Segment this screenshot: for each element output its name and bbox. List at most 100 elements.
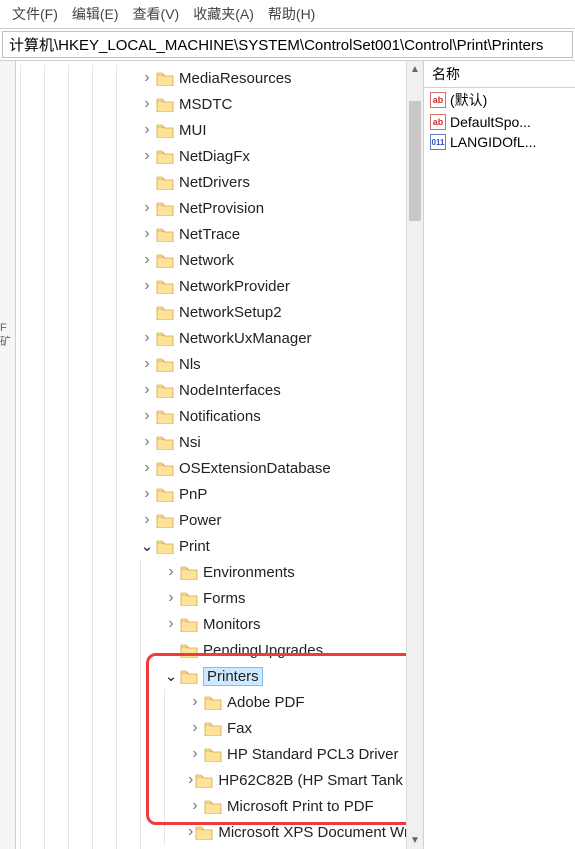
expand-chevron-icon[interactable]: › xyxy=(140,251,154,269)
tree-node[interactable]: › Notifications xyxy=(20,403,403,429)
tree-node[interactable]: ⌄Printers xyxy=(20,663,403,689)
tree-node[interactable]: › MediaResources xyxy=(20,65,403,91)
tree-node-label: Nsi xyxy=(179,434,201,451)
expand-chevron-icon[interactable]: › xyxy=(140,355,154,373)
tree-node[interactable]: ›Microsoft XPS Document Writer xyxy=(20,819,403,845)
tree-node[interactable]: › NetProvision xyxy=(20,195,403,221)
expand-chevron-icon[interactable]: › xyxy=(188,745,202,763)
tree-node[interactable]: PendingUpgrades xyxy=(20,637,403,663)
column-header-name[interactable]: 名称 xyxy=(424,61,575,88)
string-value-icon: ab xyxy=(430,114,446,130)
tree-node-label: Monitors xyxy=(203,616,261,633)
menu-favorites[interactable]: 收藏夹(A) xyxy=(187,2,260,26)
value-row[interactable]: ab(默认) xyxy=(424,88,575,112)
tree-node[interactable]: › Environments xyxy=(20,559,403,585)
expand-chevron-icon[interactable]: › xyxy=(188,823,193,841)
tree-node[interactable]: › NetworkUxManager xyxy=(20,325,403,351)
tree-node[interactable]: ›NodeInterfaces xyxy=(20,377,403,403)
tree-node[interactable]: ›Forms xyxy=(20,585,403,611)
tree-node-label: Environments xyxy=(203,564,295,581)
folder-icon xyxy=(156,201,174,216)
tree-node[interactable]: ›HP Standard PCL3 Driver xyxy=(20,741,403,767)
tree-node[interactable]: NetDrivers xyxy=(20,169,403,195)
tree-node[interactable]: ›PnP xyxy=(20,481,403,507)
expand-chevron-icon[interactable]: › xyxy=(140,199,154,217)
tree-node-label: Print xyxy=(179,538,210,555)
expand-chevron-icon[interactable]: › xyxy=(140,95,154,113)
tree-node-label: PendingUpgrades xyxy=(203,642,323,659)
expand-chevron-icon[interactable]: › xyxy=(188,797,202,815)
tree-node-label: Notifications xyxy=(179,408,261,425)
tree-node-label: NetProvision xyxy=(179,200,264,217)
left-gutter: F矿 xyxy=(0,61,16,849)
tree-node[interactable]: ›Nls xyxy=(20,351,403,377)
tree-node[interactable]: › Fax xyxy=(20,715,403,741)
folder-icon xyxy=(156,279,174,294)
tree-node[interactable]: ›OSExtensionDatabase xyxy=(20,455,403,481)
expand-chevron-icon[interactable]: › xyxy=(140,277,154,295)
value-row[interactable]: abDefaultSpo... xyxy=(424,112,575,132)
tree-pane: › MediaResources ›MSDTC›MUI›NetDiagFxNetDr… xyxy=(16,61,424,849)
expand-chevron-icon[interactable]: › xyxy=(164,563,178,581)
tree-node-label: MediaResources xyxy=(179,70,292,87)
tree-node[interactable]: ›MUI xyxy=(20,117,403,143)
tree-node[interactable]: ›MSDTC xyxy=(20,91,403,117)
scroll-thumb[interactable] xyxy=(409,101,421,221)
menu-view[interactable]: 查看(V) xyxy=(127,2,186,26)
scroll-up-icon[interactable]: ▲ xyxy=(407,61,423,78)
tree-node[interactable]: ›NetDiagFx xyxy=(20,143,403,169)
expand-chevron-icon[interactable]: › xyxy=(140,147,154,165)
menu-help[interactable]: 帮助(H) xyxy=(262,2,321,26)
tree-node[interactable]: ›Providers xyxy=(20,845,403,849)
expand-chevron-icon[interactable]: › xyxy=(188,719,202,737)
folder-icon xyxy=(195,773,213,788)
menu-edit[interactable]: 编辑(E) xyxy=(66,2,125,26)
folder-icon xyxy=(156,227,174,242)
folder-icon xyxy=(195,825,213,840)
tree-node-label: HP62C82B (HP Smart Tank 530 series) xyxy=(218,772,424,789)
folder-icon xyxy=(156,435,174,450)
scroll-down-icon[interactable]: ▼ xyxy=(407,832,423,849)
tree-node[interactable]: › Microsoft Print to PDF xyxy=(20,793,403,819)
tree-scrollbar[interactable]: ▲ ▼ xyxy=(406,61,423,849)
folder-icon xyxy=(204,799,222,814)
tree-node[interactable]: › Nsi xyxy=(20,429,403,455)
folder-icon xyxy=(156,409,174,424)
string-value-icon: ab xyxy=(430,92,446,108)
tree-node-label: NetworkUxManager xyxy=(179,330,312,347)
tree-node[interactable]: › Monitors xyxy=(20,611,403,637)
expand-chevron-icon[interactable]: › xyxy=(164,589,178,607)
expand-chevron-icon[interactable]: › xyxy=(140,121,154,139)
tree-node[interactable]: NetworkSetup2 xyxy=(20,299,403,325)
expand-chevron-icon[interactable]: › xyxy=(188,693,202,711)
expand-chevron-icon[interactable]: › xyxy=(140,381,154,399)
expand-chevron-icon[interactable]: › xyxy=(140,329,154,347)
menu-file[interactable]: 文件(F) xyxy=(6,2,64,26)
expand-chevron-icon[interactable]: › xyxy=(140,511,154,529)
tree-node[interactable]: ⌄ Print xyxy=(20,533,403,559)
expand-chevron-icon[interactable]: › xyxy=(164,615,178,633)
tree-node-label: Network xyxy=(179,252,234,269)
expand-chevron-icon[interactable]: ⌄ xyxy=(164,667,178,685)
expand-chevron-icon[interactable]: ⌄ xyxy=(140,537,154,555)
folder-icon xyxy=(156,175,174,190)
tree-node[interactable]: ›NetTrace xyxy=(20,221,403,247)
tree-node[interactable]: › Network xyxy=(20,247,403,273)
tree-node-label: Microsoft Print to PDF xyxy=(227,798,374,815)
tree-node-label: Power xyxy=(179,512,222,529)
tree-node[interactable]: ›NetworkProvider xyxy=(20,273,403,299)
expand-chevron-icon[interactable]: › xyxy=(140,225,154,243)
expand-chevron-icon[interactable]: › xyxy=(140,485,154,503)
tree-node[interactable]: ›Adobe PDF xyxy=(20,689,403,715)
address-bar[interactable]: 计算机\HKEY_LOCAL_MACHINE\SYSTEM\ControlSet… xyxy=(2,31,573,58)
expand-chevron-icon[interactable]: › xyxy=(140,407,154,425)
value-row[interactable]: 011LANGIDOfL... xyxy=(424,132,575,152)
tree-node-label: Fax xyxy=(227,720,252,737)
expand-chevron-icon[interactable]: › xyxy=(188,771,193,789)
tree-node[interactable]: ›HP62C82B (HP Smart Tank 530 series) xyxy=(20,767,403,793)
expand-chevron-icon[interactable]: › xyxy=(140,69,154,87)
expand-chevron-icon[interactable]: › xyxy=(140,433,154,451)
tree-node[interactable]: › Power xyxy=(20,507,403,533)
folder-icon xyxy=(156,123,174,138)
expand-chevron-icon[interactable]: › xyxy=(140,459,154,477)
